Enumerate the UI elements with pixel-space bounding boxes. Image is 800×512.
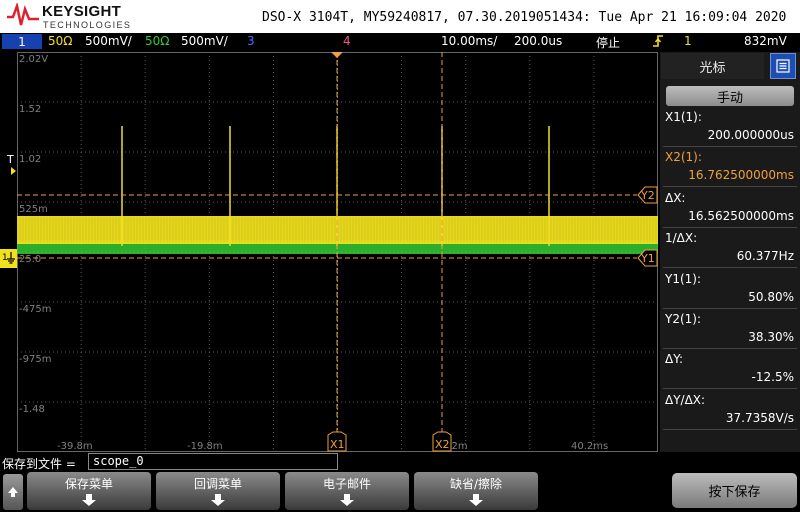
arrow-down-icon	[340, 494, 354, 506]
readout-value: 16.762500000ms	[688, 168, 794, 183]
channel-1-badge[interactable]: 1	[2, 34, 42, 49]
x-axis-tick-label: -19.8m	[187, 441, 223, 452]
readout-label: ΔY/ΔX:	[665, 392, 706, 407]
cursor-tab[interactable]: 光标	[661, 53, 764, 79]
y-axis-tick-label: -475m	[19, 304, 51, 315]
cursor-y2-label: Y2	[640, 189, 655, 202]
readout-label: 1/ΔX:	[665, 231, 698, 246]
email-label: 电子邮件	[322, 477, 371, 491]
timebase-scale[interactable]: 10.00ms/	[441, 34, 497, 48]
arrow-down-icon	[82, 494, 96, 506]
channel-4-indicator[interactable]: 4	[343, 34, 351, 48]
keysight-logo: KEYSIGHT TECHNOLOGIES	[6, 1, 130, 31]
save-menu-label: 保存菜单	[64, 477, 113, 491]
x-axis-tick-label: 40.2ms	[571, 441, 608, 452]
y-axis-tick-label: 1.02	[19, 154, 41, 165]
ch2-scale[interactable]: 500mV/	[181, 34, 228, 48]
cursor-readout-row: ΔY/ΔX: 37.7358V/s	[663, 391, 797, 430]
time-delay[interactable]: 200.0us	[514, 34, 562, 48]
save-menu-softkey[interactable]: 保存菜单	[27, 472, 151, 510]
readout-label: X1(1):	[665, 110, 702, 124]
menu-list-icon	[776, 59, 790, 73]
default-erase-label: 缺省/擦除	[449, 477, 503, 491]
cursor-y1-label: Y1	[640, 252, 655, 265]
trigger-edge-icon	[652, 34, 664, 51]
trigger-source: 1	[684, 34, 692, 48]
y-axis-tick-label: 525m	[19, 204, 48, 215]
ch1-scale[interactable]: 500mV/	[85, 34, 132, 48]
trigger-marker-label: T	[6, 153, 14, 166]
y-axis-tick-label: 2.02V	[19, 54, 48, 65]
cursor-readout-row: X1(1): 200.000000us	[663, 108, 797, 147]
readout-value: 60.377Hz	[736, 249, 794, 264]
keysight-wave-icon	[7, 1, 39, 26]
readout-value: 50.80%	[748, 289, 794, 304]
y-axis-tick-label: 25.0	[19, 254, 41, 265]
cursor-readout-row: ΔY: -12.5%	[663, 350, 797, 390]
cursor-readout-row: ΔX: 16.562500000ms	[663, 189, 797, 228]
readout-value: -12.5%	[751, 370, 794, 385]
status-bar: 1 50Ω 500mV/ 50Ω 500mV/ 3 4 10.00ms/ 200…	[0, 33, 800, 51]
cursor-x1-label: X1	[330, 438, 345, 451]
up-button[interactable]	[3, 474, 23, 510]
panel-menu-button[interactable]	[770, 53, 796, 79]
cursor-readout-row: 1/ΔX: 60.377Hz	[663, 229, 797, 269]
ch1-impedance: 50Ω	[48, 34, 73, 48]
trigger-position-marker	[331, 52, 343, 58]
readout-label: ΔY:	[665, 352, 683, 367]
trigger-level[interactable]: 832mV	[744, 34, 787, 48]
readout-value: 37.7358V/s	[725, 410, 794, 425]
readout-label: X2(1):	[665, 150, 702, 165]
trigger-level-marker: T	[6, 153, 16, 175]
waveform-graticule: 2.02V 1.52 1.02 525m 25.0 -475m -975m -1.48 -39.…	[16, 52, 658, 452]
brand-name: KEYSIGHT	[42, 3, 122, 20]
cursor-mode-button[interactable]: 手动	[666, 86, 794, 106]
y-axis-tick-label: 1.52	[19, 104, 41, 115]
filename-field[interactable]: scope_0	[88, 453, 338, 470]
waveform-display[interactable]: 2.02V 1.52 1.02 525m 25.0 -475m -975m -1.48 -39.…	[16, 52, 658, 452]
readout-label: ΔX:	[665, 190, 686, 205]
cursor-readout-row: Y2(1): 38.30%	[663, 310, 797, 349]
arrow-down-icon	[469, 494, 483, 506]
arrow-down-icon	[211, 494, 225, 506]
cursor-x2-label: X2	[435, 438, 450, 451]
run-stop-status: 停止	[596, 36, 621, 50]
channel-3-indicator[interactable]: 3	[247, 34, 255, 48]
readout-label: Y1(1):	[665, 271, 702, 286]
recall-menu-softkey[interactable]: 回调菜单	[156, 472, 280, 510]
cursor-readout-row: Y1(1): 50.80%	[663, 270, 797, 309]
ground-marker-label: 1	[2, 253, 8, 263]
default-erase-softkey[interactable]: 缺省/擦除	[414, 472, 538, 510]
brand-subtitle: TECHNOLOGIES	[43, 20, 132, 30]
y-axis-tick-label: -1.48	[19, 404, 45, 415]
y-axis-tick-label: -975m	[19, 354, 51, 365]
x-axis-tick-label: -39.8m	[57, 441, 93, 452]
ch2-impedance: 50Ω	[145, 34, 170, 48]
ground-marker-icon[interactable]: 1	[0, 249, 17, 268]
instrument-title: DSO-X 3104T, MY59240817, 07.30.201905143…	[262, 10, 787, 25]
header-bar: KEYSIGHT TECHNOLOGIES DSO-X 3104T, MY592…	[0, 0, 800, 33]
readout-value: 200.000000us	[707, 128, 794, 142]
email-softkey[interactable]: 电子邮件	[285, 472, 409, 510]
readout-value: 16.562500000ms	[688, 208, 794, 223]
readout-label: Y2(1):	[665, 312, 702, 326]
arrow-up-icon	[8, 487, 18, 497]
recall-menu-label: 回调菜单	[193, 477, 242, 491]
readout-value: 38.30%	[748, 330, 794, 344]
cursor-readout-row: X2(1): 16.762500000ms	[663, 148, 797, 188]
press-to-save-button[interactable]: 按下保存	[672, 473, 797, 508]
save-to-file-label: 保存到文件 =	[2, 457, 76, 471]
